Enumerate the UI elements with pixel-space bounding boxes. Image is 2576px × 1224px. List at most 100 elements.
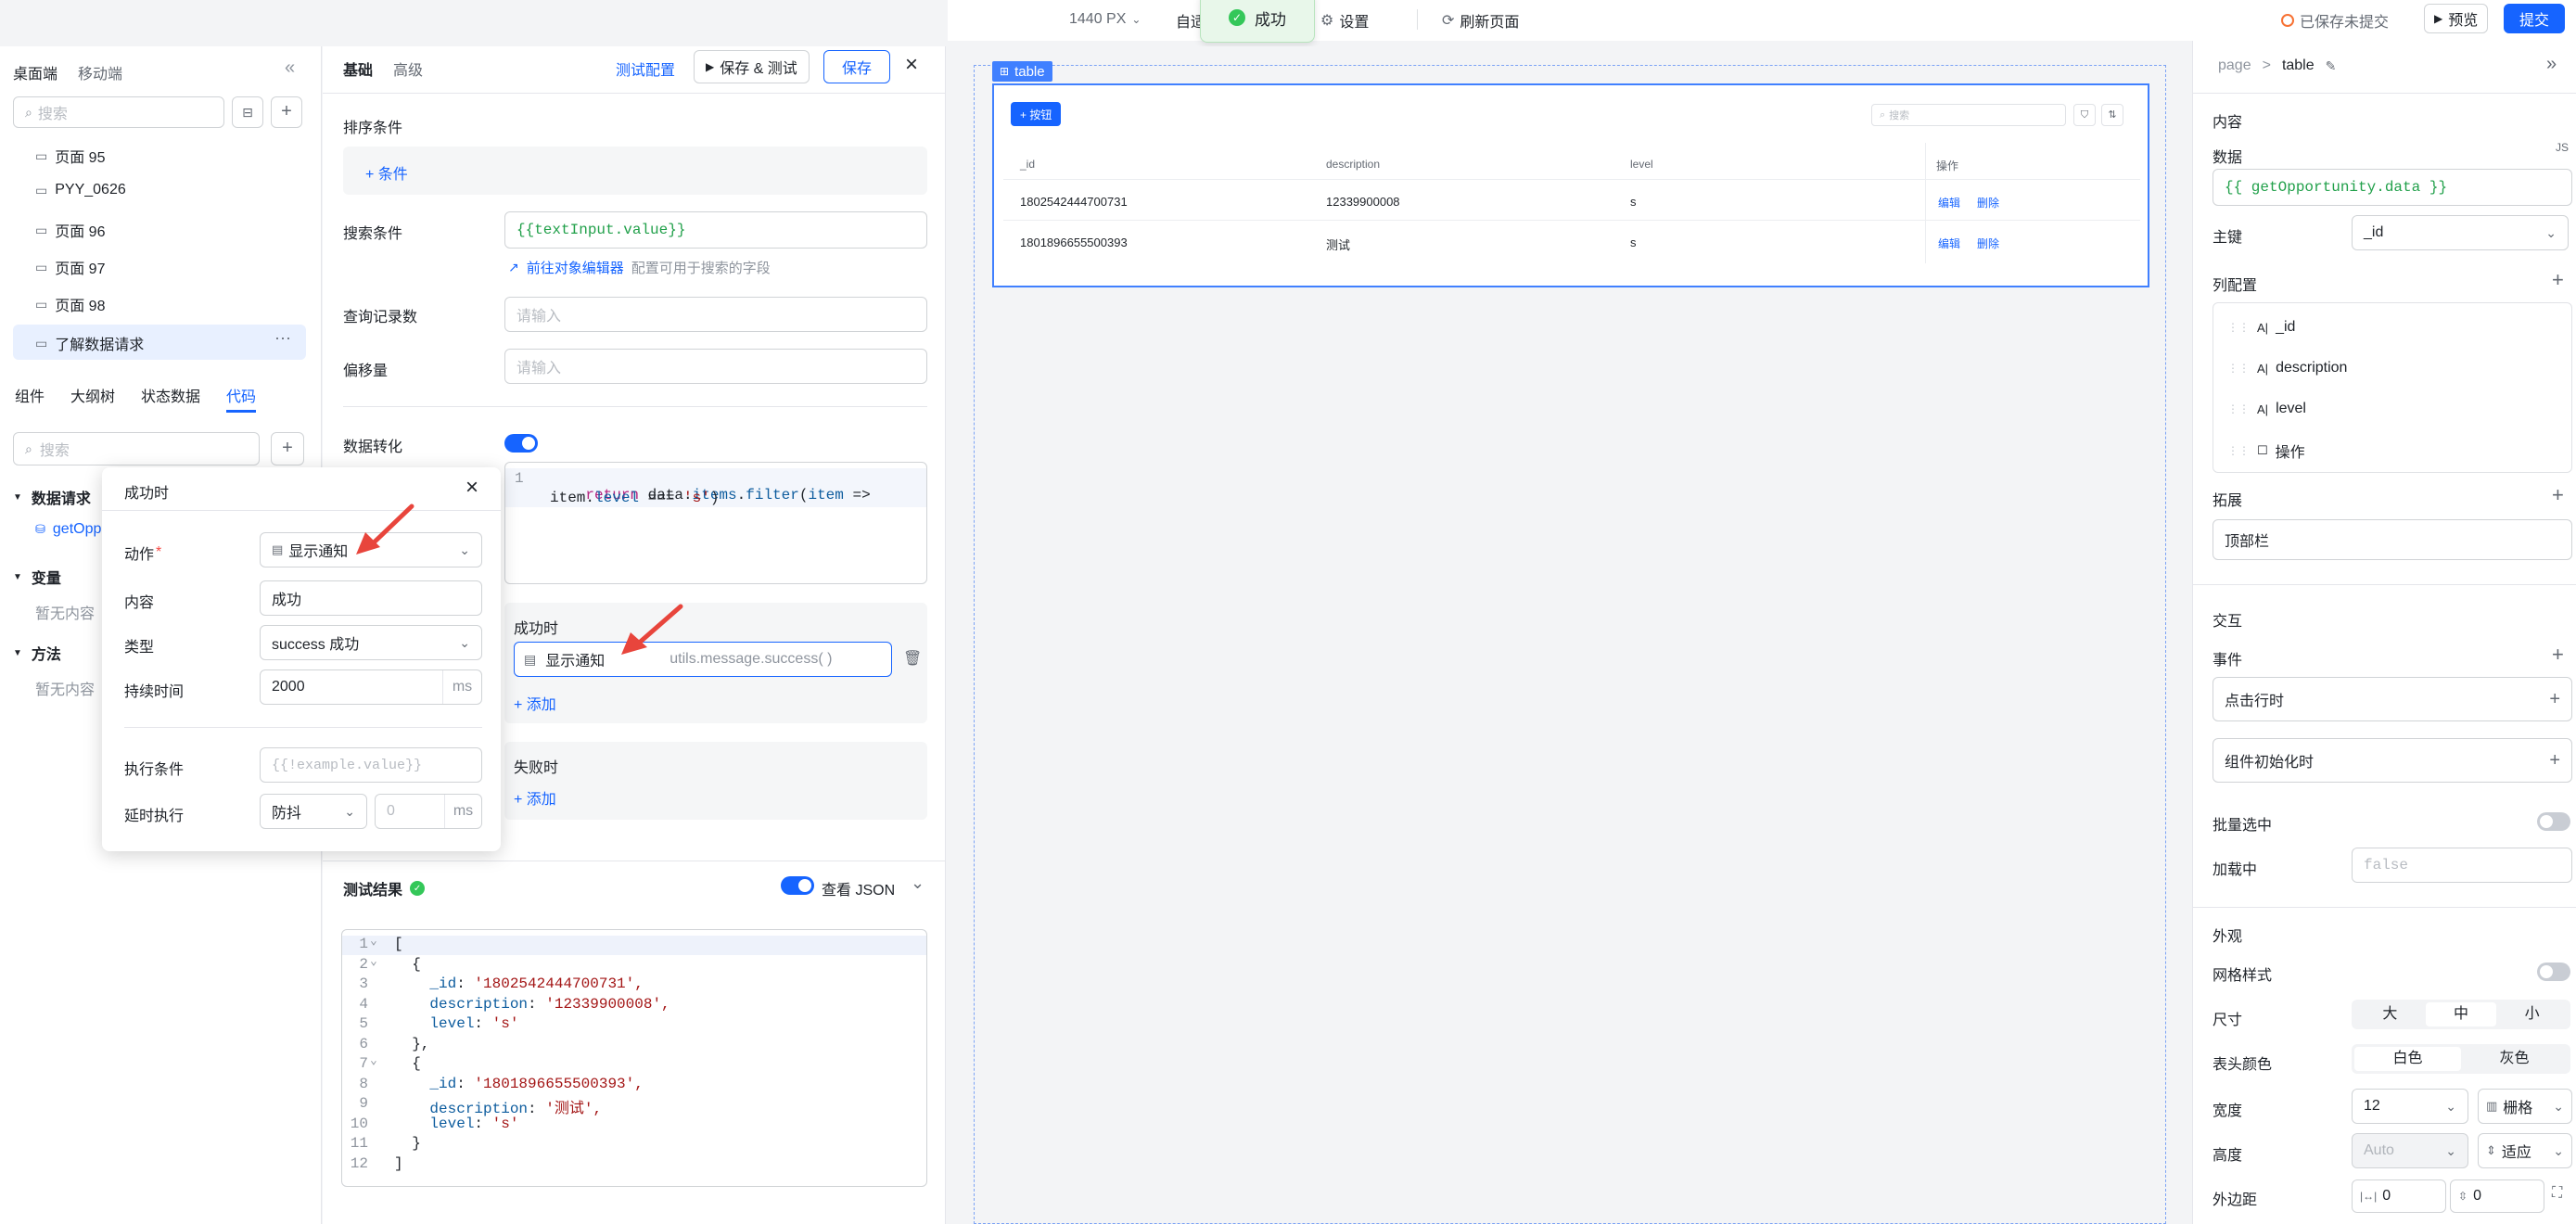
transform-toggle[interactable] (504, 434, 538, 453)
table-add-button[interactable]: + 按钮 (1011, 102, 1062, 126)
expand-icon[interactable]: » (2546, 54, 2557, 75)
edit-link[interactable]: 编辑 (1938, 236, 1960, 251)
column-item[interactable]: ⋮⋮ A| _id (2227, 319, 2295, 336)
add-success-action[interactable]: + 添加 (514, 692, 556, 714)
size-option-medium[interactable]: 中 (2425, 1002, 2497, 1026)
popup-content-input[interactable]: 成功 (260, 580, 482, 616)
popup-delay-mode-select[interactable]: 防抖 ⌄ (260, 794, 367, 829)
refresh-button[interactable]: ⟳ 刷新页面 (1442, 9, 1519, 32)
more-icon[interactable]: ··· (274, 328, 291, 348)
page-item[interactable]: ▭ 页面 97 (35, 256, 105, 278)
table-search-input[interactable]: ⌕ 搜索 (1871, 104, 2066, 126)
size-option-small[interactable]: 小 (2496, 1002, 2568, 1026)
column-item[interactable]: ⋮⋮ ☐ 操作 (2227, 440, 2305, 462)
grid-style-toggle[interactable] (2537, 963, 2570, 981)
bottom-tab-outline[interactable]: 大纲树 (70, 384, 115, 406)
data-request-item[interactable]: ⛁ getOpp (35, 521, 101, 538)
event-init[interactable]: 组件初始化时 + (2213, 738, 2572, 783)
collapse-icon[interactable]: « (285, 57, 295, 79)
add-icon[interactable]: + (2549, 689, 2560, 710)
edit-icon[interactable]: ✎ (2326, 58, 2337, 74)
close-icon[interactable]: × (465, 475, 478, 501)
size-segment[interactable]: 大 中 小 (2352, 1000, 2570, 1029)
column-item[interactable]: ⋮⋮ A| level (2227, 401, 2306, 417)
add-column-icon[interactable]: + (2552, 270, 2564, 290)
loading-input[interactable]: false (2352, 848, 2572, 883)
add-condition-button[interactable]: + 条件 (365, 161, 408, 184)
page-filter-button[interactable]: ⊟ (232, 96, 263, 128)
popup-type-select[interactable]: success 成功 ⌄ (260, 625, 482, 660)
object-editor-link[interactable]: 前往对象编辑器 (527, 258, 624, 277)
page-item[interactable]: ▭ 页面 95 (35, 145, 105, 167)
query-count-input[interactable]: 请输入 (504, 297, 927, 332)
popup-condition-input[interactable]: {{!example.value}} (260, 747, 482, 783)
header-color-gray[interactable]: 灰色 (2461, 1047, 2568, 1071)
save-button[interactable]: 保存 (823, 50, 890, 83)
fold-icon[interactable]: ⌄ (370, 954, 377, 968)
add-fail-action[interactable]: + 添加 (514, 786, 556, 809)
search-condition-input[interactable]: {{textInput.value}} (504, 211, 927, 249)
close-icon[interactable]: × (905, 52, 918, 78)
bottom-tab-state[interactable]: 状态数据 (141, 384, 200, 406)
trash-icon[interactable]: 🗑 (903, 649, 922, 668)
bottom-tab-code[interactable]: 代码 (226, 384, 256, 406)
data-input[interactable]: {{ getOpportunity.data }} (2213, 169, 2572, 206)
batch-select-toggle[interactable] (2537, 812, 2570, 831)
width-input[interactable]: 12 ⌄ (2352, 1089, 2468, 1124)
test-config-link[interactable]: 测试配置 (616, 57, 675, 80)
transform-code-editor[interactable]: 1 return data.items.filter(item => item.… (504, 462, 927, 584)
page-item[interactable]: ▭ 页面 96 (35, 219, 105, 241)
header-color-white[interactable]: 白色 (2354, 1047, 2461, 1071)
chevron-down-icon[interactable]: ⌄ (911, 873, 925, 893)
code-search-input[interactable]: ⌕ 搜索 (13, 432, 260, 465)
submit-button[interactable]: 提交 (2504, 4, 2565, 33)
primary-key-select[interactable]: _id ⌄ (2352, 215, 2569, 250)
group-methods[interactable]: ▼ 方法 (13, 642, 61, 664)
table-row[interactable] (1003, 180, 2140, 221)
offset-input[interactable]: 请输入 (504, 349, 927, 384)
add-page-button[interactable]: + (271, 96, 302, 128)
extend-item[interactable]: 顶部栏 (2213, 519, 2572, 560)
delete-link[interactable]: 删除 (1977, 236, 1999, 251)
breadcrumb-page[interactable]: page (2218, 57, 2251, 74)
height-input[interactable]: Auto ⌄ (2352, 1133, 2468, 1168)
page-item[interactable]: ▭ 页面 98 (35, 293, 105, 315)
event-row-click[interactable]: 点击行时 + (2213, 677, 2572, 721)
settings-button[interactable]: ⚙ 设置 (1320, 9, 1369, 32)
add-icon[interactable]: + (2549, 750, 2560, 771)
height-unit-select[interactable]: ⇕ 适应 ⌄ (2478, 1133, 2572, 1168)
add-event-icon[interactable]: + (2552, 644, 2564, 665)
group-variables[interactable]: ▼ 变量 (13, 566, 61, 588)
sort-icon[interactable]: ⇅ (2101, 104, 2123, 126)
tab-basic[interactable]: 基础 (343, 57, 373, 80)
js-badge[interactable]: JS (2556, 141, 2569, 154)
margin-link-icon[interactable]: ⛶ (2552, 1185, 2562, 1202)
tab-mobile[interactable]: 移动端 (78, 61, 122, 83)
save-test-button[interactable]: ▶ 保存 & 测试 (694, 50, 810, 83)
header-color-segment[interactable]: 白色 灰色 (2352, 1044, 2570, 1074)
margin-horizontal-input[interactable]: |↔| 0 (2352, 1179, 2446, 1213)
page-item-selected[interactable]: ▭ 了解数据请求 (35, 332, 144, 354)
popup-duration-input[interactable]: 2000 ms (260, 669, 482, 705)
width-select[interactable]: 1440 PX ⌄ (1069, 7, 1141, 32)
view-json-toggle[interactable] (781, 876, 814, 895)
margin-vertical-input[interactable]: ⇳ 0 (2450, 1179, 2544, 1213)
table-row[interactable] (1003, 221, 2140, 261)
fold-icon[interactable]: ⌄ (370, 1053, 377, 1067)
column-item[interactable]: ⋮⋮ A| description (2227, 360, 2347, 376)
bottom-tab-components[interactable]: 组件 (15, 384, 45, 406)
add-code-button[interactable]: + (271, 432, 304, 465)
json-result-editor[interactable]: 1 ⌄[2 ⌄ {3 _id: '1802542444700731', 4 descr… (341, 929, 927, 1187)
page-search-input[interactable]: ⌕ 搜索 (13, 96, 224, 128)
fold-icon[interactable]: ⌄ (370, 934, 377, 948)
table-component[interactable]: + 按钮 ⌕ 搜索 ⛉ ⇅ _id description level 操作 1… (992, 83, 2149, 287)
group-data-request[interactable]: ▼ 数据请求 (13, 486, 91, 508)
filter-icon[interactable]: ⛉ (2073, 104, 2096, 126)
size-option-large[interactable]: 大 (2354, 1002, 2426, 1026)
add-extend-icon[interactable]: + (2552, 485, 2564, 505)
tab-desktop[interactable]: 桌面端 (13, 61, 57, 83)
page-item[interactable]: ▭ PYY_0626 (35, 182, 126, 198)
tab-advanced[interactable]: 高级 (393, 57, 423, 80)
width-unit-select[interactable]: ▥ 栅格 ⌄ (2478, 1089, 2572, 1124)
delete-link[interactable]: 删除 (1977, 195, 1999, 210)
